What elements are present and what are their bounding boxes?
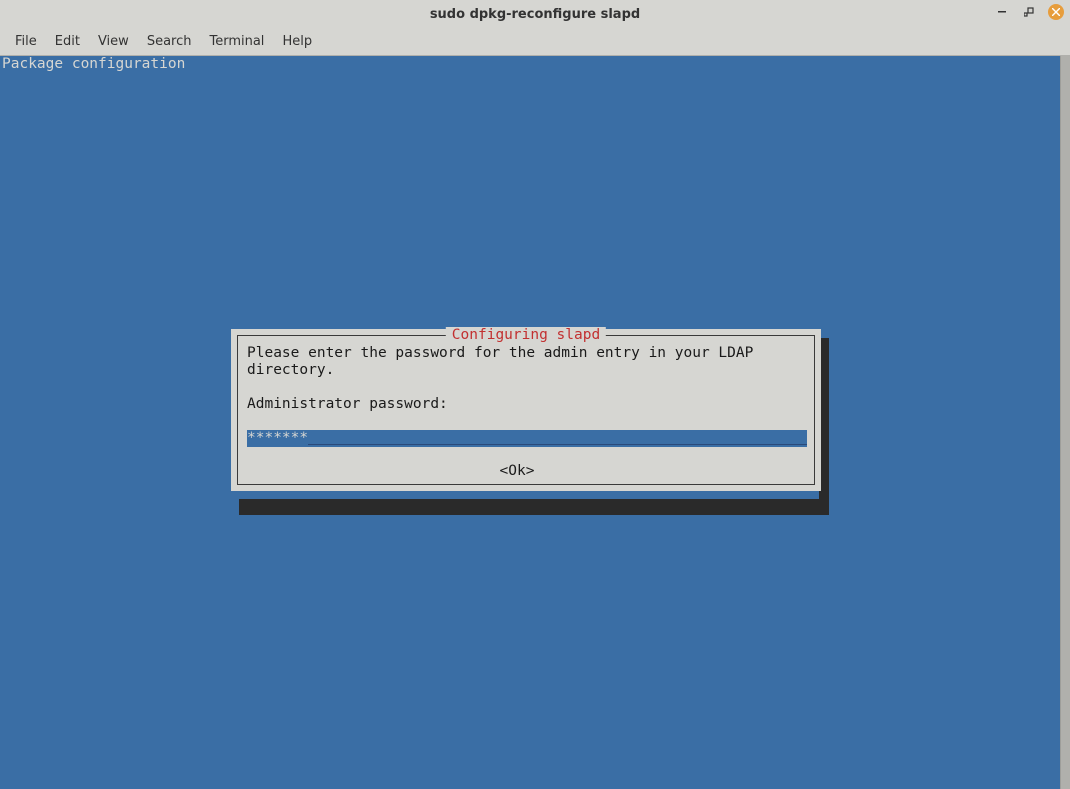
menu-help[interactable]: Help [273,30,321,53]
terminal-scrollbar[interactable] [1060,56,1070,789]
password-cursor-line [308,433,807,445]
ok-button[interactable]: <Ok> [247,463,805,480]
dialog-container: Configuring slapd Please enter the passw… [231,329,821,491]
window-controls [996,4,1064,20]
menu-terminal[interactable]: Terminal [200,30,273,53]
menu-file[interactable]: File [6,30,46,53]
dialog-shadow [239,499,829,515]
dialog-content: Please enter the password for the admin … [247,345,805,480]
maximize-icon[interactable] [1022,5,1036,19]
config-dialog: Configuring slapd Please enter the passw… [231,329,821,491]
password-value: ******* [247,430,308,447]
terminal-header-text: Package configuration [2,56,185,73]
password-label: Administrator password: [247,396,805,413]
dialog-prompt: Please enter the password for the admin … [247,345,805,379]
minimize-icon[interactable] [996,5,1010,19]
menu-edit[interactable]: Edit [46,30,89,53]
password-input[interactable]: ******* [247,430,807,447]
menu-search[interactable]: Search [138,30,201,53]
close-icon[interactable] [1048,4,1064,20]
menu-view[interactable]: View [89,30,138,53]
terminal-area[interactable]: Package configuration Configuring slapd … [0,56,1070,789]
dialog-title: Configuring slapd [446,327,606,344]
menubar: File Edit View Search Terminal Help [0,28,1070,56]
window-titlebar: sudo dpkg-reconfigure slapd [0,0,1070,28]
window-title: sudo dpkg-reconfigure slapd [430,7,640,22]
